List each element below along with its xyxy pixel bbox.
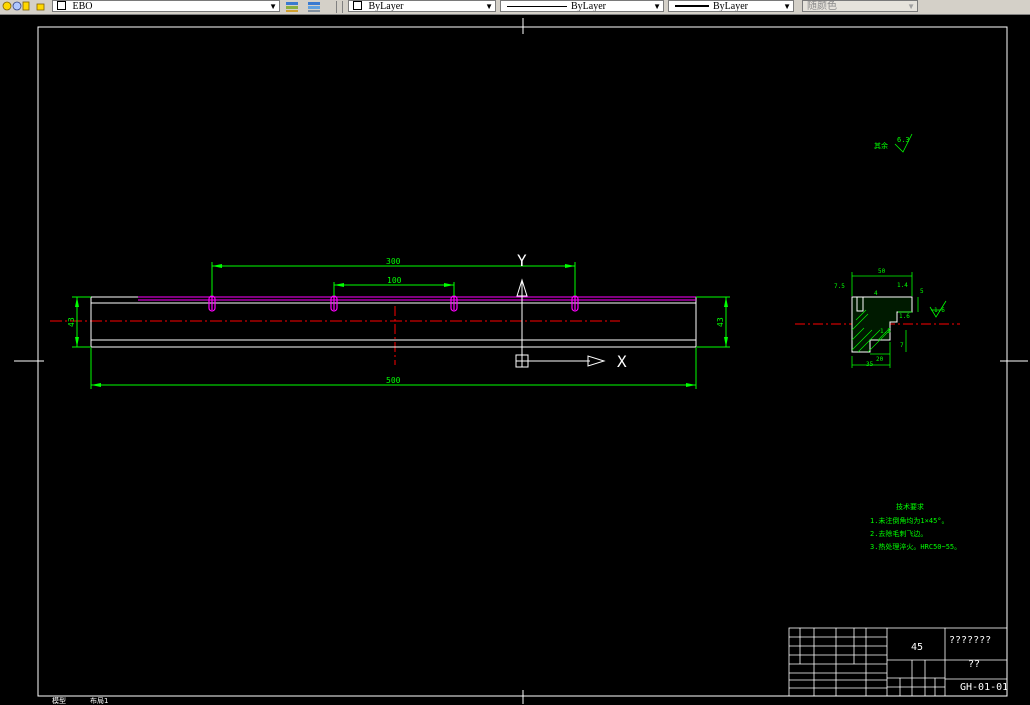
sec-dim-7.5: 7.5 (834, 283, 845, 290)
lock-icon[interactable] (36, 0, 46, 13)
sec-dim-50: 50 (878, 268, 886, 275)
chevron-down-icon: ▼ (783, 2, 791, 11)
dim-500: 500 (386, 376, 401, 385)
chevron-down-icon: ▼ (485, 2, 493, 11)
dim-300: 300 (386, 257, 401, 266)
roughness-note: 其余 6.3 (874, 133, 913, 153)
layer-properties-icon[interactable] (284, 0, 302, 13)
roughness-label: 其余 (874, 141, 888, 150)
chevron-down-icon: ▼ (907, 2, 915, 11)
tab-layout1[interactable]: 布局1 (90, 698, 108, 705)
plotstyle-dropdown: 随颜色 ▼ (802, 0, 918, 12)
lineweight-value: ByLayer (713, 1, 748, 12)
main-view (50, 295, 697, 365)
drawing-number: GH-01-01 (960, 682, 1008, 693)
linetype-value: ByLayer (571, 1, 606, 12)
sec-dim-4: 4 (874, 290, 878, 297)
linetype-sample (507, 6, 567, 7)
note-item: 2.去除毛刺飞边。 (870, 529, 927, 538)
sec-dim-1.6: 1.6 (899, 313, 910, 320)
layer-state-icon[interactable] (2, 0, 32, 13)
tab-model[interactable]: 模型 (52, 698, 66, 705)
note-item: 3.热处理淬火。HRC50~55。 (870, 542, 961, 551)
dim-43-right: 43 (716, 317, 725, 327)
chevron-down-icon: ▼ (269, 2, 277, 11)
sec-dim-7: 7 (900, 342, 904, 349)
sec-dim-5: 5 (920, 288, 924, 295)
layer-previous-icon[interactable] (306, 0, 324, 13)
plotstyle-value: 随颜色 (807, 1, 837, 12)
color-value: ByLayer (368, 1, 404, 12)
lineweight-dropdown[interactable]: ByLayer ▼ (668, 0, 794, 12)
color-swatch (353, 1, 362, 10)
sec-dim-1.5: 1.5 (880, 328, 891, 335)
sec-dim-35: 35 (866, 361, 874, 368)
chevron-down-icon: ▼ (653, 2, 661, 11)
note-item: 1.未注倒角均为1×45°。 (870, 516, 949, 525)
layer-color-swatch (57, 1, 66, 10)
dim-100: 100 (387, 276, 402, 285)
dim-43-left: 43 (67, 317, 76, 327)
lineweight-sample (675, 5, 709, 7)
notes-title: 技术要求 (896, 502, 924, 511)
sec-dim-1.4: 1.4 (897, 282, 908, 289)
dimension-arrows (75, 264, 728, 387)
drawing-canvas[interactable]: 300 100 500 43 43 X Y 50 7.5 4 1.4 5 1.6… (0, 14, 1030, 705)
toolbar-separator (342, 1, 343, 13)
ucs-icon (515, 278, 606, 368)
ucs-x-label: X (617, 352, 627, 371)
sec-dim-20: 20 (876, 356, 884, 363)
part-name-cell: ??????? (949, 635, 991, 646)
layer-name: EBO (72, 1, 93, 12)
section-view: 50 7.5 4 1.4 5 1.6 1.5 1.6 7 20 35 (795, 268, 960, 368)
technical-notes: 技术要求 1.未注倒角均为1×45°。 2.去除毛刺飞边。 3.热处理淬火。HR… (870, 502, 961, 551)
color-dropdown[interactable]: ByLayer ▼ (348, 0, 496, 12)
company-cell: ?? (968, 659, 980, 670)
layout-tabs: 模型 布局1 (0, 698, 200, 705)
properties-toolbar: EBO ▼ ByLayer ▼ ByLayer ▼ ByLayer ▼ 随颜色 … (0, 0, 1030, 15)
ucs-y-label: Y (517, 251, 527, 270)
layer-dropdown[interactable]: EBO ▼ (52, 0, 280, 12)
material-cell: 45 (911, 642, 923, 653)
toolbar-separator (336, 1, 337, 13)
linetype-dropdown[interactable]: ByLayer ▼ (500, 0, 664, 12)
